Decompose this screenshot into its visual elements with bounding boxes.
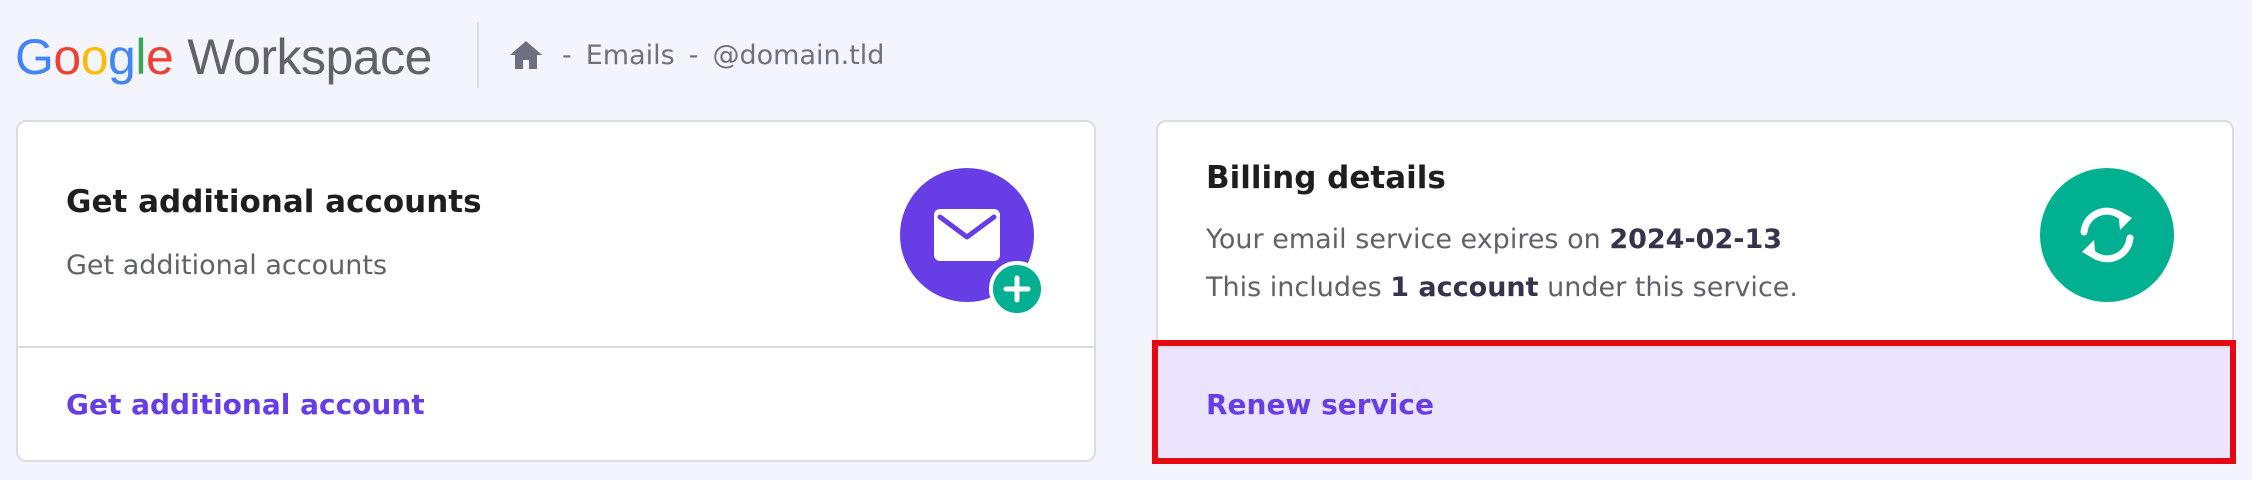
- logo-letter: o: [53, 29, 81, 85]
- account-count: 1 account: [1390, 272, 1539, 303]
- logo-letter: g: [108, 29, 136, 85]
- logo-letter: l: [135, 29, 146, 85]
- includes-text: This includes 1 account under this servi…: [1206, 272, 1798, 303]
- breadcrumb-item-emails[interactable]: Emails: [586, 40, 675, 71]
- breadcrumb-separator: -: [688, 39, 699, 71]
- breadcrumb: - Emails - @domain.tld: [508, 28, 884, 82]
- renew-service-footer[interactable]: Renew service: [1158, 346, 2232, 460]
- expiry-label: Your email service expires on: [1206, 224, 1601, 255]
- logo-letter: G: [15, 29, 54, 85]
- card-title: Billing details: [1206, 160, 1446, 196]
- card-description: Get additional accounts: [66, 250, 388, 281]
- logo-product-name: Workspace: [187, 29, 432, 85]
- get-additional-account-link[interactable]: Get additional account: [66, 388, 425, 421]
- card-title: Get additional accounts: [66, 184, 482, 220]
- home-icon[interactable]: [508, 39, 544, 71]
- includes-label: This includes: [1206, 272, 1382, 303]
- plus-icon: [989, 261, 1045, 317]
- expiry-text: Your email service expires on 2024-02-13: [1206, 224, 1782, 255]
- renew-service-link[interactable]: Renew service: [1206, 388, 1434, 421]
- sync-icon: [2040, 168, 2174, 302]
- expiry-date: 2024-02-13: [1609, 224, 1783, 255]
- card-footer: Get additional account: [18, 346, 1094, 460]
- logo-letter: e: [145, 29, 174, 85]
- additional-accounts-card: Get additional accounts Get additional a…: [16, 120, 1096, 462]
- logo-letter: o: [80, 29, 109, 85]
- includes-suffix: under this service.: [1547, 272, 1798, 303]
- breadcrumb-separator: -: [562, 39, 572, 71]
- page-header: Go o g l e Workspace - Emails - @domain.tld: [0, 0, 2252, 110]
- google-workspace-logo[interactable]: Go o g l e Workspace: [15, 22, 432, 92]
- breadcrumb-item-domain: @domain.tld: [712, 39, 885, 71]
- header-divider: [477, 22, 479, 88]
- billing-details-card: Billing details Your email service expir…: [1156, 120, 2234, 462]
